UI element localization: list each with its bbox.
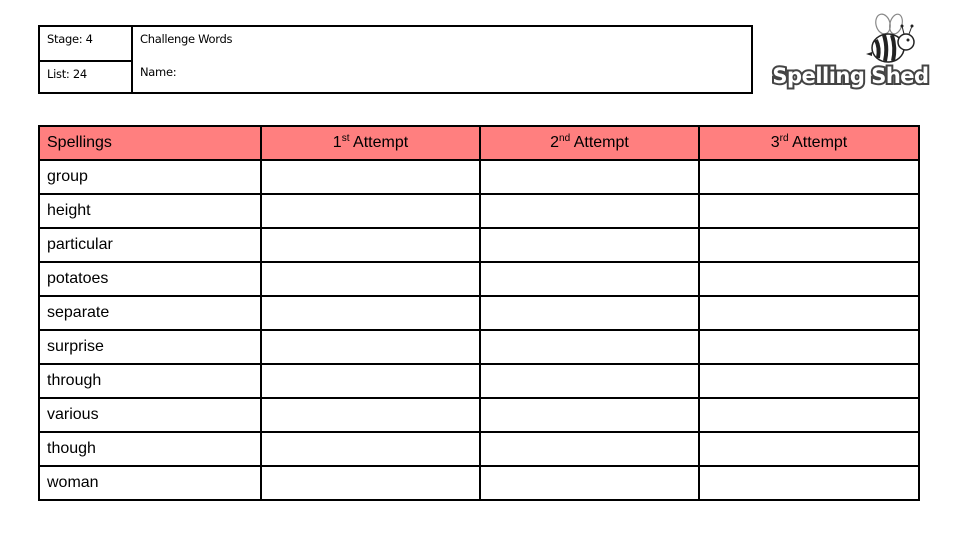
spelling-word: potatoes — [38, 261, 262, 297]
attempt-1-cell[interactable] — [260, 159, 481, 195]
attempt-3-cell[interactable] — [698, 465, 920, 501]
attempt-3-cell[interactable] — [698, 329, 920, 365]
attempt-3-cell[interactable] — [698, 363, 920, 399]
header-spellings: Spellings — [38, 125, 262, 161]
attempt-3-cell[interactable] — [698, 227, 920, 263]
info-horizontal-divider — [40, 60, 132, 62]
attempt-2-cell[interactable] — [479, 329, 700, 365]
attempt-number: 1 — [332, 134, 342, 151]
attempt-2-cell[interactable] — [479, 159, 700, 195]
attempt-2-cell[interactable] — [479, 431, 700, 467]
attempt-1-cell[interactable] — [260, 295, 481, 331]
attempt-1-cell[interactable] — [260, 363, 481, 399]
table-row: surprise — [38, 329, 920, 365]
table-row: woman — [38, 465, 920, 501]
list-label: List: 24 — [47, 67, 87, 81]
attempt-label: Attempt — [349, 134, 409, 151]
attempt-2-cell[interactable] — [479, 193, 700, 229]
attempt-1-cell[interactable] — [260, 329, 481, 365]
header-row: Spellings 1st Attempt 2nd Attempt 3rd At… — [38, 125, 920, 161]
logo-text: Spelling Shed — [770, 62, 931, 90]
table-row: particular — [38, 227, 920, 263]
attempt-1-cell[interactable] — [260, 227, 481, 263]
attempt-3-cell[interactable] — [698, 193, 920, 229]
table-row: through — [38, 363, 920, 399]
spelling-word: various — [38, 397, 262, 433]
header-attempt-2: 2nd Attempt — [479, 125, 700, 161]
worksheet-title: Challenge Words — [140, 32, 233, 46]
spelling-word: group — [38, 159, 262, 195]
attempt-2-cell[interactable] — [479, 227, 700, 263]
attempt-number: 3 — [770, 134, 780, 151]
ordinal-suffix: nd — [559, 133, 571, 144]
attempt-label: Attempt — [788, 134, 848, 151]
spelling-word: particular — [38, 227, 262, 263]
attempt-1-cell[interactable] — [260, 397, 481, 433]
header-attempt-1: 1st Attempt — [260, 125, 481, 161]
table-row: various — [38, 397, 920, 433]
attempt-2-cell[interactable] — [479, 295, 700, 331]
attempt-3-cell[interactable] — [698, 159, 920, 195]
attempt-2-cell[interactable] — [479, 397, 700, 433]
attempt-number: 2 — [550, 134, 560, 151]
header-attempt-3: 3rd Attempt — [698, 125, 920, 161]
attempt-2-cell[interactable] — [479, 465, 700, 501]
ordinal-suffix: rd — [779, 133, 789, 144]
spelling-shed-logo: Spelling Shed — [768, 12, 933, 98]
attempt-label: Attempt — [570, 134, 629, 151]
spelling-word: though — [38, 431, 262, 467]
table-row: potatoes — [38, 261, 920, 297]
attempt-1-cell[interactable] — [260, 465, 481, 501]
spelling-word: height — [38, 193, 262, 229]
worksheet-info-box: Stage: 4 List: 24 Challenge Words Name: — [38, 25, 753, 94]
spelling-word: surprise — [38, 329, 262, 365]
table-row: group — [38, 159, 920, 195]
attempt-3-cell[interactable] — [698, 261, 920, 297]
table-row: height — [38, 193, 920, 229]
attempt-3-cell[interactable] — [698, 397, 920, 433]
spellings-table: Spellings 1st Attempt 2nd Attempt 3rd At… — [38, 125, 920, 501]
spelling-word: through — [38, 363, 262, 399]
attempt-1-cell[interactable] — [260, 193, 481, 229]
name-label: Name: — [140, 65, 177, 79]
attempt-1-cell[interactable] — [260, 261, 481, 297]
bee-icon — [866, 13, 915, 63]
attempt-2-cell[interactable] — [479, 363, 700, 399]
stage-label: Stage: 4 — [47, 32, 93, 46]
table-row: separate — [38, 295, 920, 331]
attempt-2-cell[interactable] — [479, 261, 700, 297]
table-row: though — [38, 431, 920, 467]
spelling-word: woman — [38, 465, 262, 501]
attempt-3-cell[interactable] — [698, 431, 920, 467]
attempt-1-cell[interactable] — [260, 431, 481, 467]
spelling-word: separate — [38, 295, 262, 331]
attempt-3-cell[interactable] — [698, 295, 920, 331]
